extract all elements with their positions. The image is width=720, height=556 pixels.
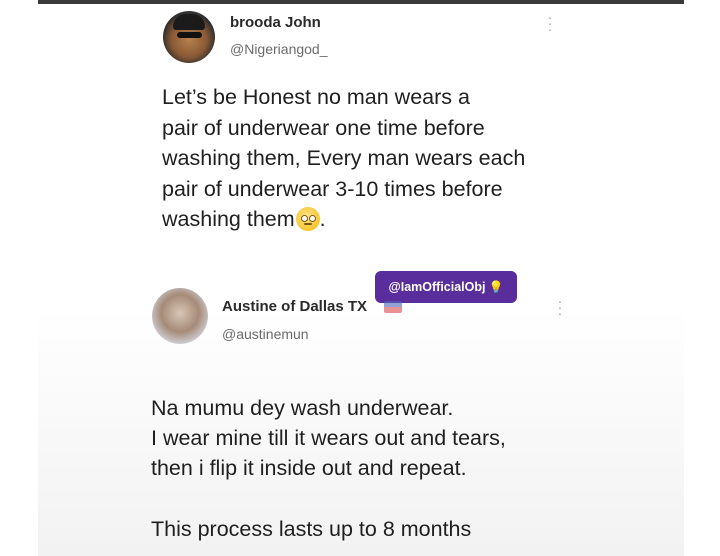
tweet1-author-name[interactable]: brooda John — [230, 14, 321, 31]
more-options-icon[interactable]: · · · — [547, 10, 553, 36]
tweet1-text-end: . — [319, 207, 326, 231]
tweet2-author-handle[interactable]: @austinemun — [222, 326, 309, 342]
flag-icon — [384, 301, 402, 313]
cap-shape — [173, 14, 205, 30]
rolling-eyes-emoji-icon — [295, 207, 320, 231]
tweet2-author-name[interactable]: Austine of Dallas TX — [222, 298, 367, 315]
avatar-brooda-john[interactable] — [163, 11, 215, 63]
tweet1-body: Let’s be Honest no man wears a pair of u… — [162, 82, 602, 235]
sunglasses-shape — [177, 32, 202, 38]
tweet2-body-last-line: This process lasts up to 8 months — [151, 517, 472, 541]
tweet1-author-handle[interactable]: @Nigeriangod_ — [230, 41, 328, 57]
badge-label: @IamOfficialObj — [388, 280, 486, 294]
avatar-austine[interactable] — [152, 288, 208, 344]
tweet1-text: Let’s be Honest no man wears a pair of u… — [162, 85, 526, 231]
watermark-badge: @IamOfficialObj 💡 — [375, 271, 517, 303]
more-options-icon[interactable]: · · · — [557, 294, 563, 320]
lightbulb-icon: 💡 — [488, 280, 504, 294]
tweet2-body: Na mumu dey wash underwear. I wear mine … — [151, 396, 506, 480]
